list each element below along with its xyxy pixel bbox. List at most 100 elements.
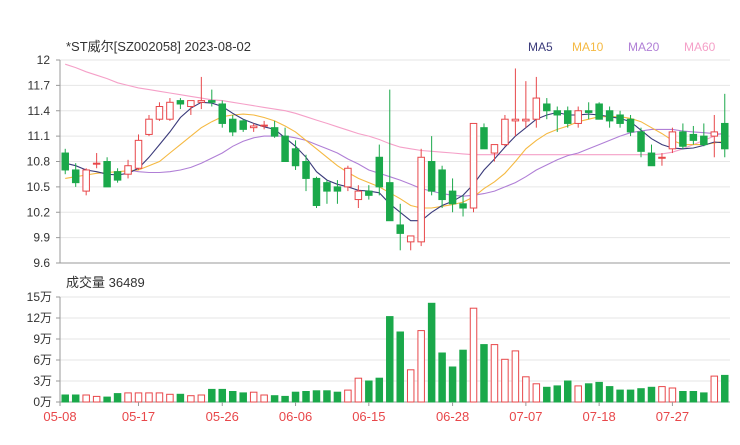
price-tick-label: 12 <box>37 53 51 67</box>
candle-body <box>427 161 436 192</box>
candle <box>574 106 582 128</box>
candle-body <box>228 118 237 133</box>
candle-body <box>532 97 541 120</box>
candle <box>323 180 331 204</box>
candle-body <box>291 148 300 167</box>
candle-body <box>543 103 551 112</box>
candle-body <box>490 144 499 154</box>
candle <box>427 136 436 196</box>
candle <box>438 165 446 209</box>
candle <box>218 100 227 128</box>
volume-bar <box>291 391 300 403</box>
volume-bar <box>417 330 425 403</box>
candle-body <box>208 100 216 103</box>
candle-body <box>396 224 404 234</box>
candle <box>92 153 101 169</box>
candle-body <box>459 203 467 209</box>
candle <box>469 122 478 213</box>
candle-body <box>522 118 530 122</box>
volume-bar <box>448 366 457 403</box>
legend-ma10: MA10 <box>572 40 604 54</box>
volume-bar <box>721 374 729 403</box>
candle <box>61 148 69 175</box>
candle <box>344 165 352 192</box>
candle <box>511 68 520 137</box>
candle <box>417 148 425 247</box>
legend-ma60: MA60 <box>684 40 716 54</box>
volume-bar <box>689 391 698 403</box>
volume-bar <box>103 396 111 403</box>
candle-body <box>176 100 185 105</box>
candle-body <box>134 139 143 169</box>
volume-bar <box>647 386 656 403</box>
volume-bar <box>427 302 436 403</box>
candle <box>103 157 111 188</box>
candle <box>386 89 394 222</box>
candle <box>501 114 509 147</box>
volume-bar <box>176 393 185 403</box>
volume-bar <box>637 388 645 403</box>
candle-body <box>511 118 520 122</box>
candle-body <box>281 135 289 162</box>
volume-tick-label: 15万 <box>27 290 52 304</box>
date-label: 05-17 <box>122 409 155 424</box>
candle <box>406 235 415 251</box>
volume-bar <box>710 375 719 403</box>
candle-body <box>605 110 614 122</box>
candle-body <box>469 122 478 209</box>
stock-chart-container: *ST威尔[SZ002058] 2023-08-02 MA5 MA10 MA20 MA… <box>0 0 740 440</box>
candle-body <box>626 118 635 133</box>
volume-bar <box>260 394 268 403</box>
candle <box>113 168 122 183</box>
candle <box>700 123 708 147</box>
candle <box>490 144 499 162</box>
candle-body <box>616 114 624 124</box>
date-axis: 05-08 05-17 05-26 06-06 06-15 06-28 07-07 07-18… <box>43 402 689 424</box>
candle-body <box>647 152 656 167</box>
volume-bar <box>501 358 509 403</box>
candle-body <box>113 171 122 181</box>
candle <box>522 81 530 128</box>
volume-bar <box>584 383 593 403</box>
candle-body <box>406 235 415 243</box>
price-tick-label: 11.4 <box>28 104 51 118</box>
candle-body <box>668 131 677 150</box>
candle <box>145 114 153 137</box>
volume-tick-label: 0万 <box>33 395 52 409</box>
volume-bar <box>375 377 384 403</box>
candle-body <box>218 103 227 124</box>
candle-body <box>417 156 425 243</box>
candle <box>260 120 268 130</box>
candle <box>354 185 363 209</box>
candle <box>124 159 132 179</box>
candle-body <box>92 162 101 165</box>
candle <box>647 144 656 167</box>
volume-bar <box>302 391 310 403</box>
price-tick-label: 9.6 <box>33 256 50 270</box>
candle <box>658 153 666 166</box>
candle <box>605 106 614 128</box>
candle-body <box>658 156 666 159</box>
ma-legend: MA5 MA10 MA20 MA60 <box>528 40 716 54</box>
candle-body <box>312 177 321 206</box>
candle-body <box>166 101 174 120</box>
volume-bar <box>543 386 551 403</box>
candle <box>668 127 677 154</box>
volume-bar <box>218 388 227 403</box>
volume-bar <box>145 392 153 403</box>
volume-bar <box>155 392 164 403</box>
candle-body <box>595 103 603 120</box>
candle <box>312 176 321 209</box>
candle-body <box>82 169 90 192</box>
candle <box>82 168 90 196</box>
volume-bar <box>668 387 677 403</box>
legend-ma20: MA20 <box>628 40 660 54</box>
volume-bar <box>82 394 90 403</box>
candle <box>553 106 562 132</box>
candle <box>679 123 687 149</box>
candle-body <box>689 133 698 141</box>
volume-bar <box>228 391 237 403</box>
volume-bar <box>281 395 289 403</box>
volume-bar <box>239 392 247 403</box>
candle-body <box>71 169 80 184</box>
